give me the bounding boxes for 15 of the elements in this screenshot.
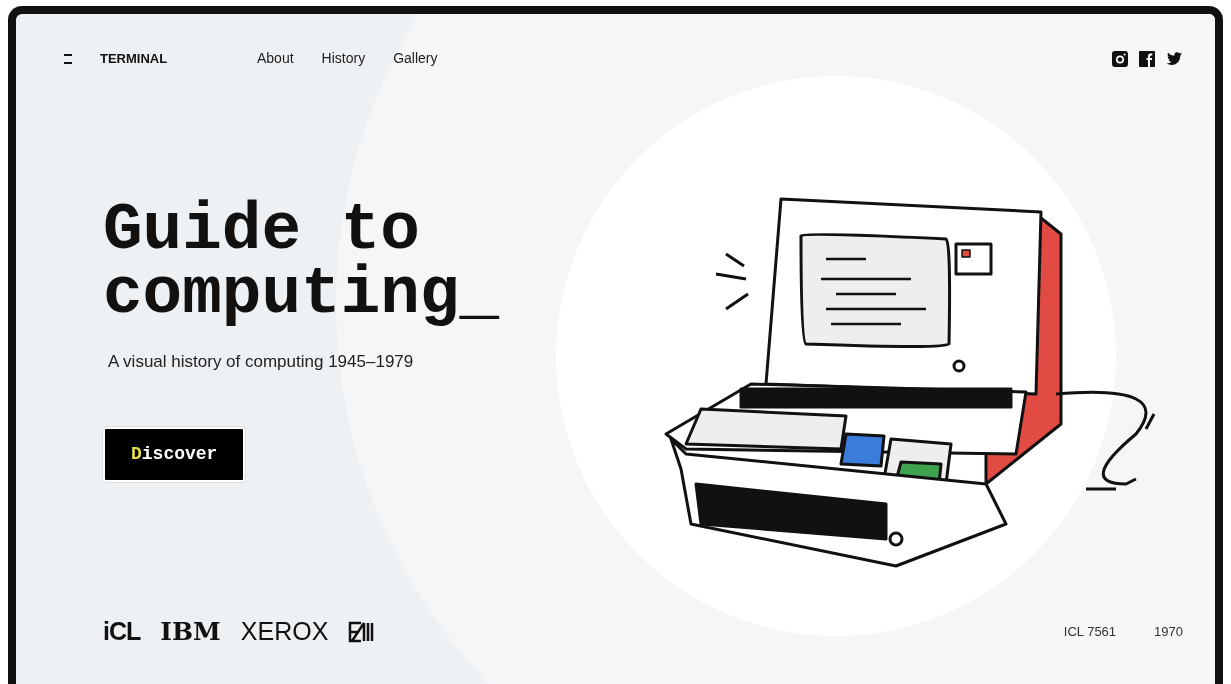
model-caption: ICL 7561 xyxy=(1063,622,1117,641)
brand-logo: iCL xyxy=(103,619,141,644)
menu-icon[interactable] xyxy=(64,53,72,64)
hero-subtitle: A visual history of computing 1945–1979 xyxy=(108,351,415,373)
discover-button[interactable]: Discover xyxy=(103,426,246,482)
nav-link[interactable]: Gallery xyxy=(393,48,438,69)
brand-logo: IBM xyxy=(160,619,221,644)
hero-heading: Guide to computing_ xyxy=(103,199,501,327)
nav-link[interactable]: About xyxy=(257,48,294,69)
logo-mark-icon xyxy=(348,620,375,643)
brand-logo: XEROX xyxy=(240,619,329,644)
year-caption: 1970 xyxy=(1154,622,1183,641)
brand-name: TERMINAL xyxy=(100,49,169,68)
twitter-icon[interactable] xyxy=(1165,49,1183,68)
nav-link[interactable]: History xyxy=(321,48,366,69)
